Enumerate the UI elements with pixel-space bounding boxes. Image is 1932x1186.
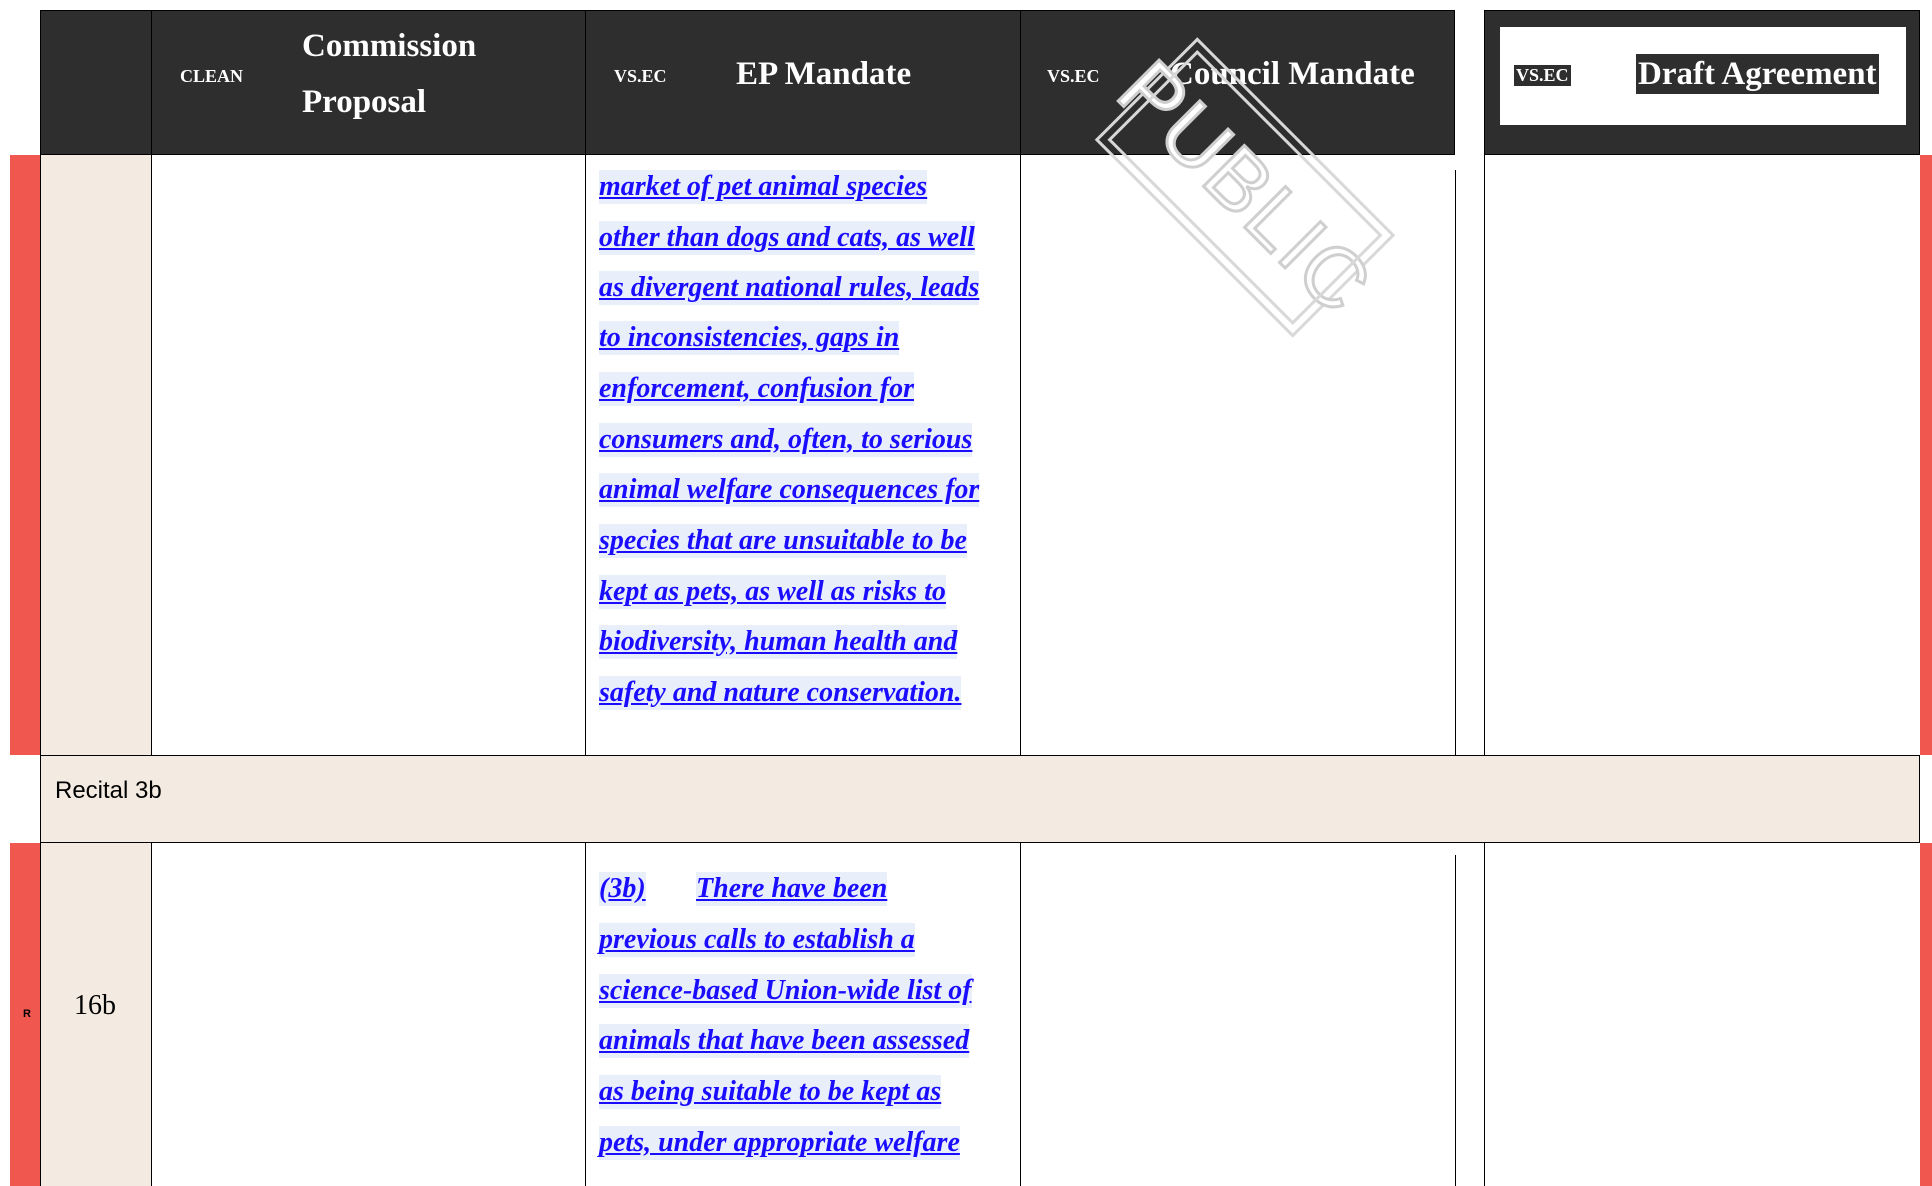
draft-agreement-cell xyxy=(1484,843,1920,1186)
council-mandate-cell xyxy=(1020,843,1455,1186)
ep-text-line: kept as pets, as well as risks to xyxy=(599,575,946,609)
ep-text-line: species that are unsuitable to be xyxy=(599,524,967,558)
draft-agreement-cell xyxy=(1484,155,1920,755)
recital-row xyxy=(40,755,1920,843)
col1-title-line1: Commission xyxy=(302,28,477,64)
ep-text-line: science-based Union-wide list of xyxy=(599,974,972,1008)
row-id: 16b xyxy=(74,990,116,1021)
ep-text-line: as being suitable to be kept as xyxy=(599,1075,942,1109)
header-divider xyxy=(151,10,152,155)
ep-text-line: pets, under appropriate welfare xyxy=(599,1126,960,1160)
header-divider xyxy=(1020,10,1021,155)
change-indicator-bar-right xyxy=(1920,155,1932,755)
change-indicator-bar xyxy=(10,155,40,755)
col4-title: Draft Agreement xyxy=(1636,54,1879,94)
column-gap xyxy=(1455,855,1456,1186)
col1-title: Commission Proposal xyxy=(302,18,476,130)
column-gap xyxy=(1455,170,1456,755)
commission-cell xyxy=(151,155,585,755)
ep-text-line: market of pet animal species xyxy=(599,170,928,204)
ep-text-line: animal welfare consequences for xyxy=(599,473,980,507)
ep-recital-number: (3b) xyxy=(599,872,646,906)
col3-tag: VS.EC xyxy=(1047,66,1100,86)
col1-tag: CLEAN xyxy=(180,66,244,86)
ep-text-line: as divergent national rules, leads xyxy=(599,271,980,305)
ep-text-line: biodiversity, human health and xyxy=(599,625,958,659)
ep-text-line: There have been xyxy=(696,872,888,906)
row-id-cell xyxy=(40,155,151,755)
ep-text-line: other than dogs and cats, as well xyxy=(599,221,975,255)
ep-text-line: animals that have been assessed xyxy=(599,1024,970,1058)
col4-tag: VS.EC xyxy=(1514,65,1571,86)
recital-label: Recital 3b xyxy=(55,777,162,804)
col2-title: EP Mandate xyxy=(736,56,912,92)
col2-tag: VS.EC xyxy=(614,66,667,86)
revision-marker: R xyxy=(23,1008,31,1020)
ep-text-line: previous calls to establish a xyxy=(599,923,915,957)
ep-text-line: consumers and, often, to serious xyxy=(599,423,973,457)
ep-text-line: enforcement, confusion for xyxy=(599,372,914,406)
ep-text-line: to inconsistencies, gaps in xyxy=(599,321,900,355)
col1-title-line2: Proposal xyxy=(302,84,427,120)
commission-cell xyxy=(151,843,585,1186)
change-indicator-bar-right xyxy=(1920,843,1932,1186)
ep-text-line: safety and nature conservation. xyxy=(599,676,962,710)
header-divider xyxy=(585,10,586,155)
